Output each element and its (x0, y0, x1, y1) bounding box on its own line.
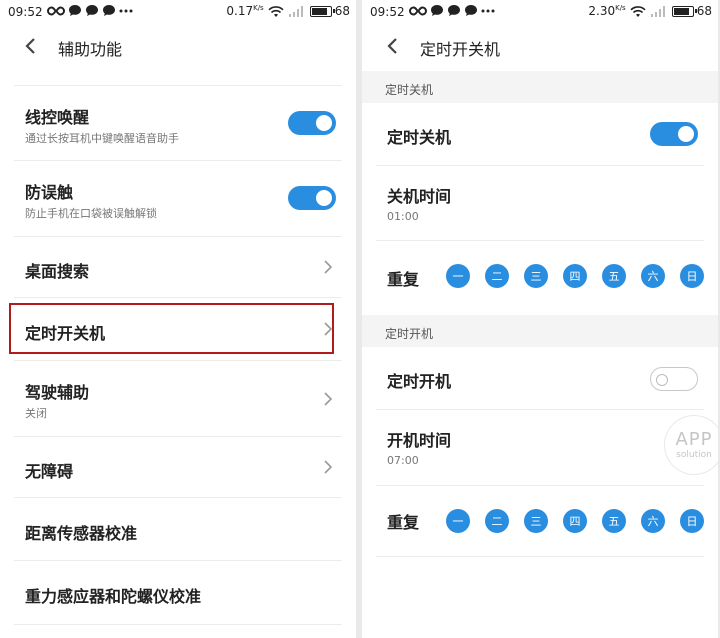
day-sat[interactable]: 六 (641, 264, 665, 288)
setting-label: 驾驶辅助 (25, 383, 90, 402)
chat-bubble-icon (448, 5, 460, 16)
accessibility-screen: 09:52 0.17K/s 68 辅助功能 线控唤醒 通过长按耳机中键唤醒语音助… (0, 0, 356, 638)
more-dots-icon (481, 9, 495, 12)
setting-accidental-touch: 防误触 防止手机在口袋被误触解锁 (14, 161, 342, 237)
network-speed: 2.30K/s (588, 4, 626, 18)
chat-bubble-icon (86, 5, 98, 16)
shutdown-day-picker: 一 二 三 四 五 六 日 (446, 264, 704, 288)
section-shutdown: 定时关机 (362, 71, 718, 103)
setting-label: 无障碍 (25, 462, 74, 481)
setting-label: 定时开机 (387, 372, 452, 391)
status-bar: 09:52 2.30K/s 68 (362, 0, 718, 24)
day-mon[interactable]: 一 (446, 264, 470, 288)
repeat-label: 重复 (387, 270, 420, 289)
day-tue[interactable]: 二 (485, 264, 509, 288)
notification-icons (409, 4, 495, 17)
setting-description: 防止手机在口袋被误触解锁 (25, 207, 157, 220)
line-wake-toggle[interactable] (288, 111, 336, 135)
startup-toggle[interactable] (650, 367, 698, 391)
battery-icon: 68 (671, 4, 712, 18)
status-bar: 09:52 0.17K/s 68 (0, 0, 356, 24)
back-arrow-icon[interactable] (384, 36, 402, 56)
chat-bubble-icon (465, 5, 477, 16)
app-header: 定时开关机 (362, 24, 718, 68)
notification-icons (47, 4, 133, 17)
chevron-right-icon (324, 460, 333, 474)
setting-label: 关机时间 (387, 187, 452, 206)
infinity-icon (47, 5, 65, 16)
setting-label: 开机时间 (387, 431, 452, 450)
startup-day-picker: 一 二 三 四 五 六 日 (446, 509, 704, 533)
network-speed: 0.17K/s (226, 4, 264, 18)
wifi-icon (630, 5, 646, 17)
setting-accessibility[interactable]: 无障碍 (14, 437, 342, 498)
chat-bubble-icon (431, 5, 443, 16)
day-thu[interactable]: 四 (563, 264, 587, 288)
signal-icon (650, 5, 665, 17)
startup-repeat-row: 重复 一 二 三 四 五 六 日 (376, 486, 704, 557)
app-solution-watermark: APP solution (664, 415, 718, 475)
startup-time-value: 07:00 (387, 454, 419, 467)
setting-gravity-gyro-calibration[interactable]: 重力感应器和陀螺仪校准 (14, 561, 342, 625)
chevron-right-icon (324, 260, 333, 274)
more-dots-icon (119, 9, 133, 12)
section-startup: 定时开机 (362, 315, 718, 347)
back-arrow-icon[interactable] (22, 36, 40, 56)
day-tue[interactable]: 二 (485, 509, 509, 533)
day-fri[interactable]: 五 (602, 509, 626, 533)
startup-time-row[interactable]: 开机时间 07:00 (376, 410, 704, 486)
setting-desktop-search[interactable]: 桌面搜索 (14, 237, 342, 298)
day-fri[interactable]: 五 (602, 264, 626, 288)
setting-label: 桌面搜索 (25, 262, 90, 281)
setting-scheduled-power[interactable]: 定时开关机 (14, 298, 342, 361)
status-time: 09:52 (370, 5, 405, 19)
app-header: 辅助功能 (0, 24, 356, 68)
setting-driving-assist[interactable]: 驾驶辅助 关闭 (14, 361, 342, 437)
startup-toggle-row: 定时开机 (376, 347, 704, 410)
shutdown-time-value: 01:00 (387, 210, 419, 223)
setting-description: 关闭 (25, 407, 47, 420)
day-sun[interactable]: 日 (680, 264, 704, 288)
shutdown-repeat-row: 重复 一 二 三 四 五 六 日 (376, 241, 704, 311)
setting-line-wake: 线控唤醒 通过长按耳机中键唤醒语音助手 (14, 86, 342, 161)
shutdown-time-row[interactable]: 关机时间 01:00 (376, 166, 704, 241)
setting-label: 防误触 (25, 183, 74, 202)
setting-label: 定时关机 (387, 128, 452, 147)
day-sun[interactable]: 日 (680, 509, 704, 533)
chat-bubble-icon (69, 5, 81, 16)
setting-proximity-calibration[interactable]: 距离传感器校准 (14, 498, 342, 561)
accidental-touch-toggle[interactable] (288, 186, 336, 210)
setting-label: 距离传感器校准 (25, 524, 138, 543)
day-sat[interactable]: 六 (641, 509, 665, 533)
setting-description: 通过长按耳机中键唤醒语音助手 (25, 132, 179, 145)
signal-icon (288, 5, 303, 17)
repeat-label: 重复 (387, 513, 420, 532)
shutdown-toggle[interactable] (650, 122, 698, 146)
setting-label: 定时开关机 (25, 324, 106, 343)
shutdown-toggle-row: 定时关机 (376, 103, 704, 166)
infinity-icon (409, 5, 427, 16)
page-title: 定时开关机 (420, 40, 501, 59)
chevron-right-icon (324, 322, 333, 336)
day-wed[interactable]: 三 (524, 509, 548, 533)
day-mon[interactable]: 一 (446, 509, 470, 533)
scheduled-power-screen: 09:52 2.30K/s 68 定时开关机 定时关机 定时关机 关机时间 01… (362, 0, 718, 638)
chevron-right-icon (324, 392, 333, 406)
page-title: 辅助功能 (58, 40, 123, 59)
day-thu[interactable]: 四 (563, 509, 587, 533)
status-time: 09:52 (8, 5, 43, 19)
day-wed[interactable]: 三 (524, 264, 548, 288)
chat-bubble-icon (103, 5, 115, 16)
setting-label: 重力感应器和陀螺仪校准 (25, 587, 202, 606)
wifi-icon (268, 5, 284, 17)
battery-icon: 68 (309, 4, 350, 18)
setting-label: 线控唤醒 (25, 108, 90, 127)
